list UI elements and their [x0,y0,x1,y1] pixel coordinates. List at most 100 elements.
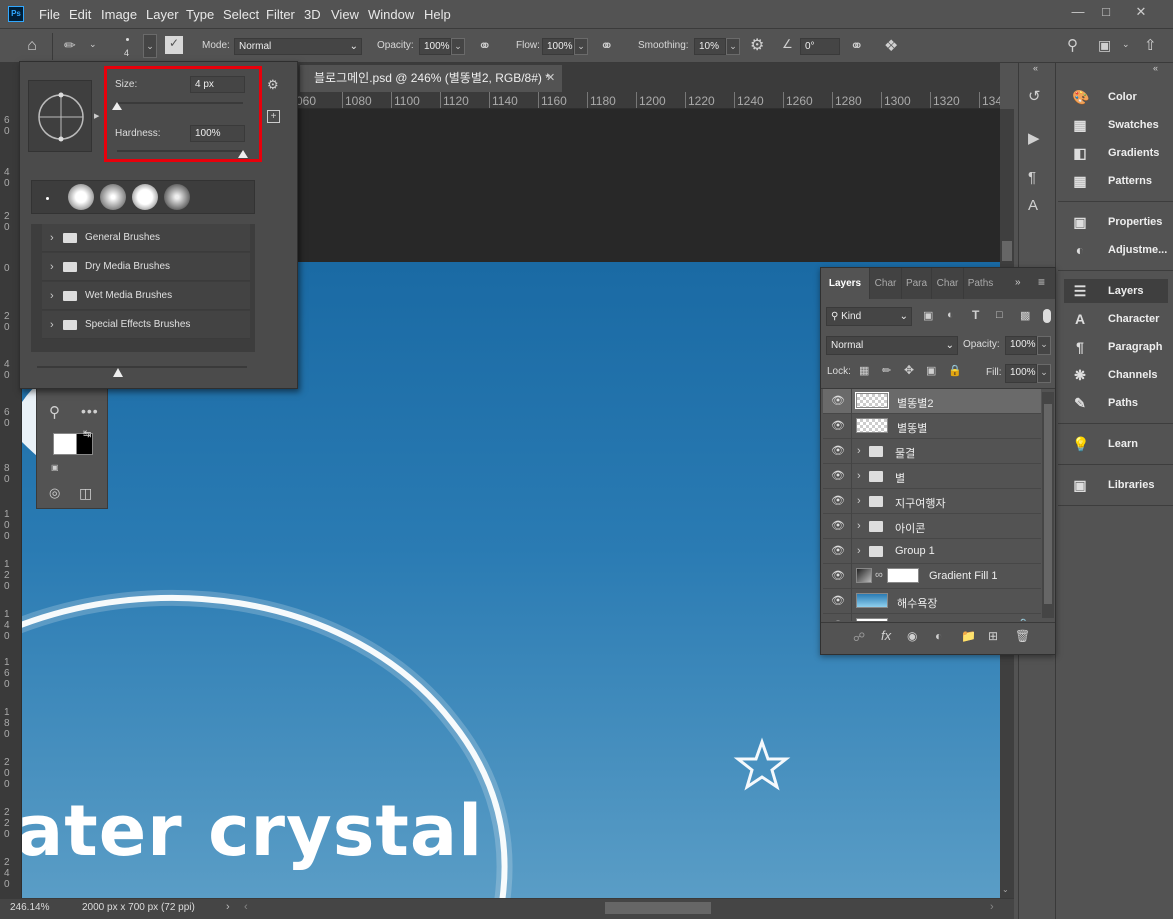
flow-input[interactable]: 100% [542,38,574,55]
fill-dropdown[interactable]: ⌄ [1037,364,1051,383]
menu-edit[interactable]: Edit [69,7,91,22]
blend-mode-select[interactable]: Normal ⌄ [826,336,958,355]
lock-transparent-icon[interactable]: ▦ [859,364,869,377]
chevron-right-icon[interactable]: › [857,495,861,507]
panel-adjustme-button[interactable]: ◐ Adjustme... [1064,238,1168,262]
layer-row[interactable]: 👁 ∞ Gradient Fill 1 [823,564,1041,589]
filter-type-icon[interactable]: T [972,308,979,322]
new-group-icon[interactable]: 📁 [961,629,976,643]
more-tools-icon[interactable]: ••• [81,403,99,419]
maximize-icon[interactable]: □ [1093,3,1119,21]
smoothing-input[interactable]: 10% [694,38,726,55]
panel-learn-button[interactable]: 💡 Learn [1064,432,1168,456]
filter-adjustment-icon[interactable]: ◐ [947,309,954,321]
eye-icon[interactable]: 👁 [831,596,845,607]
layer-row[interactable]: 👁🔒Background [823,614,1041,621]
scroll-left-icon[interactable]: ‹ [244,901,248,913]
chevron-right-icon[interactable]: › [50,311,54,339]
panel-paragraph-button[interactable]: ¶ Paragraph [1064,335,1168,359]
collapse-icon[interactable]: « [1153,63,1158,73]
brush-folder-row[interactable]: › Dry Media Brushes [42,253,250,281]
actions-icon[interactable]: ▶ [1028,129,1040,147]
tab-para[interactable]: Para [901,268,931,299]
eye-icon[interactable]: 👁 [831,546,845,557]
eye-icon[interactable]: 👁 [831,496,845,507]
character-styles-icon[interactable]: A [1028,197,1038,214]
scroll-right-icon[interactable]: › [990,901,994,913]
lock-artboard-icon[interactable]: ▣ [926,364,936,377]
close-tab-icon[interactable]: ✕ [546,65,555,92]
zoom-icon[interactable]: ⚲ [49,403,60,421]
eye-icon[interactable]: 👁 [831,446,845,457]
brush-folder-row[interactable]: › Special Effects Brushes [42,311,250,339]
menu-file[interactable]: File [39,7,60,22]
chevron-right-icon[interactable]: › [857,545,861,557]
menu-filter[interactable]: Filter [266,7,295,22]
brush-preset-thumb[interactable] [46,197,49,200]
brush-preset-thumb[interactable] [68,184,94,210]
brush-folder-row[interactable]: › General Brushes [42,224,250,252]
share-icon[interactable]: ⇧ [1144,36,1157,54]
lock-pixels-icon[interactable]: ✏ [882,364,891,377]
eye-icon[interactable]: 👁 [831,396,845,407]
panel-character-button[interactable]: A Character [1064,307,1168,331]
brush-preset-dropdown[interactable]: ⌄ [143,34,157,58]
hardness-slider-thumb[interactable] [238,150,248,158]
menu-layer[interactable]: Layer [146,7,179,22]
chevron-right-icon[interactable]: › [50,282,54,310]
panel-gradients-button[interactable]: ◧ Gradients [1064,141,1168,165]
menu-type[interactable]: Type [186,7,214,22]
trash-icon[interactable]: 🗑 [1015,629,1030,643]
panel-swatches-button[interactable]: ▦ Swatches [1064,113,1168,137]
layer-opacity-input[interactable]: 100% [1005,336,1037,355]
workspace-icon[interactable]: ▣ [1098,37,1111,54]
panel-properties-button[interactable]: ▣ Properties [1064,210,1168,234]
swap-colors-icon[interactable]: ↹ [83,429,91,440]
brush-settings-panel-icon[interactable]: ✓ [165,36,183,54]
panel-paths-button[interactable]: ✎ Paths [1064,391,1168,415]
new-preset-icon[interactable]: + [267,110,280,123]
history-icon[interactable]: ↺ [1028,87,1041,105]
brush-preset-thumb[interactable] [132,184,158,210]
brush-preset-thumb[interactable] [164,184,190,210]
minimize-icon[interactable]: — [1065,3,1091,21]
panel-layers-button[interactable]: ☰ Layers [1064,279,1168,303]
lock-all-icon[interactable]: 🔒 [948,364,962,377]
default-colors-icon[interactable]: ▣ [51,463,59,472]
layer-row[interactable]: 👁 › 지구여행자 [823,489,1041,514]
menu-view[interactable]: View [331,7,359,22]
layer-row[interactable]: 👁 › 아이콘 [823,514,1041,539]
preview-size-slider[interactable] [37,366,247,368]
menu-select[interactable]: Select [223,7,259,22]
eye-icon[interactable]: 👁 [831,471,845,482]
menu-window[interactable]: Window [368,7,414,22]
size-slider-track[interactable] [117,102,243,104]
layer-row[interactable]: 👁 › Group 1 [823,539,1041,564]
eye-icon[interactable]: 👁 [831,521,845,532]
chevron-right-icon[interactable]: › [50,253,54,281]
foreground-color-swatch[interactable] [53,433,77,455]
more-tabs-icon[interactable]: » [1015,277,1021,288]
eye-icon[interactable]: 👁 [831,571,845,582]
filter-pixel-icon[interactable]: ▣ [923,309,933,322]
pressure-size-icon[interactable]: ⚭ [850,36,863,56]
brush-preset-thumb[interactable] [100,184,126,210]
panel-menu-icon[interactable]: ≡ [1038,275,1045,289]
flow-dropdown[interactable]: ⌄ [574,38,588,55]
size-input[interactable]: 4 px [190,76,245,93]
eye-icon[interactable]: 👁 [831,421,845,432]
menu-image[interactable]: Image [101,7,137,22]
brush-tool-icon[interactable]: ✏ [64,37,76,54]
panel-libraries-button[interactable]: ▣ Libraries [1064,473,1168,497]
tab-paths[interactable]: Paths [963,268,997,299]
hardness-input[interactable]: 100% [190,125,245,142]
filter-smart-object-icon[interactable]: ▩ [1020,309,1030,322]
chevron-right-icon[interactable]: › [857,470,861,482]
panel-patterns-button[interactable]: ▦ Patterns [1064,169,1168,193]
new-layer-icon[interactable]: ⊞ [988,629,998,643]
search-icon[interactable]: ⚲ [1067,36,1078,54]
chevron-right-icon[interactable]: › [226,901,230,913]
brush-folder-row[interactable]: › Wet Media Brushes [42,282,250,310]
chevron-right-icon[interactable]: › [857,520,861,532]
layer-row[interactable]: 👁 해수욕장 [823,589,1041,614]
